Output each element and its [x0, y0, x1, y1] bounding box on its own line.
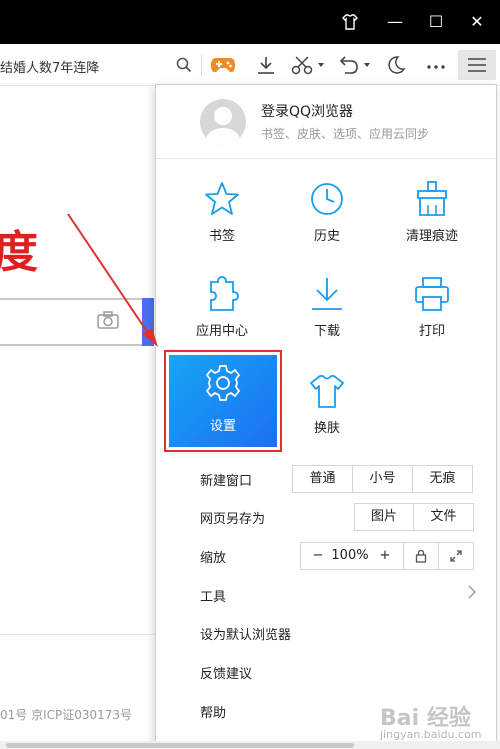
address-bar-text[interactable]: 结婚人数7年连降 — [0, 57, 99, 76]
menu-icon[interactable] — [458, 50, 496, 80]
zoom-row: 缩放 − 100% + — [156, 538, 496, 574]
save-page-row: 网页另存为 图片 文件 — [156, 499, 496, 535]
downloads-button[interactable]: 下载 — [271, 266, 383, 356]
tshirt-icon — [342, 14, 358, 30]
more-icon[interactable] — [422, 50, 450, 80]
print-button[interactable]: 打印 — [376, 266, 488, 356]
new-window-row: 新建窗口 普通 小号 无痕 — [156, 461, 496, 497]
zoom-lock-button[interactable] — [403, 542, 439, 570]
save-as-image[interactable]: 图片 — [354, 503, 414, 531]
star-icon — [205, 182, 239, 215]
watermark: Bai 经验 jingyan.baidu.com — [380, 706, 482, 741]
skin-button[interactable] — [335, 8, 365, 36]
fullscreen-button[interactable] — [438, 542, 474, 570]
maximize-button[interactable]: ☐ — [421, 8, 451, 36]
history-button[interactable]: 历史 — [271, 171, 383, 261]
new-window-small[interactable]: 小号 — [352, 465, 413, 493]
puzzle-icon — [210, 276, 239, 311]
close-button[interactable]: ✕ — [462, 8, 492, 36]
chevron-right-icon — [468, 585, 476, 603]
clear-traces-button[interactable]: 清理痕迹 — [376, 171, 488, 261]
zoom-in-button[interactable]: + — [372, 543, 398, 569]
avatar[interactable] — [200, 99, 246, 145]
toolbar: 结婚人数7年连降 — [0, 44, 500, 86]
login-section[interactable]: 登录QQ浏览器 书签、皮肤、选项、应用云同步 — [156, 85, 496, 159]
search-input[interactable] — [0, 298, 154, 346]
search-button[interactable] — [142, 298, 154, 346]
logo-fragment: 度 — [0, 227, 38, 278]
game-icon[interactable] — [208, 50, 238, 80]
feedback-menu-item[interactable]: 反馈建议 — [156, 654, 496, 690]
tshirt-icon — [310, 375, 344, 408]
broom-icon — [417, 181, 447, 216]
login-subtitle: 书签、皮肤、选项、应用云同步 — [261, 127, 430, 141]
default-browser-menu-item[interactable]: 设为默认浏览器 — [156, 615, 496, 651]
zoom-value: 100% — [328, 543, 372, 569]
app-center-button[interactable]: 应用中心 — [166, 266, 278, 356]
clock-icon — [311, 183, 343, 215]
undo-icon[interactable] — [337, 50, 373, 80]
lock-icon — [415, 549, 427, 563]
download-icon[interactable] — [252, 50, 280, 80]
change-skin-button[interactable]: 换肤 — [271, 363, 383, 453]
highlight-box — [164, 350, 282, 452]
login-title[interactable]: 登录QQ浏览器 — [261, 101, 353, 121]
footer-text: 01号 京ICP证030173号 — [0, 708, 133, 722]
minimize-button[interactable]: — — [380, 8, 410, 36]
title-bar: — ☐ ✕ — [0, 0, 500, 44]
new-window-normal[interactable]: 普通 — [292, 465, 353, 493]
printer-icon — [415, 277, 449, 311]
tools-menu-item[interactable]: 工具 — [156, 577, 496, 613]
zoom-out-button[interactable]: − — [306, 543, 330, 569]
search-icon[interactable] — [172, 50, 196, 80]
bookmarks-button[interactable]: 书签 — [166, 171, 278, 261]
download-icon — [312, 278, 342, 310]
camera-icon[interactable] — [96, 310, 120, 335]
save-as-file[interactable]: 文件 — [413, 503, 474, 531]
expand-icon — [450, 550, 462, 562]
scrollbar-thumb[interactable] — [6, 743, 354, 748]
scissors-icon[interactable] — [288, 50, 328, 80]
browser-main-menu: 登录QQ浏览器 书签、皮肤、选项、应用云同步 书签 历史 清理痕迹 应用中心 下… — [155, 84, 497, 749]
divider — [0, 634, 160, 635]
moon-icon[interactable] — [382, 50, 410, 80]
new-window-incognito[interactable]: 无痕 — [412, 465, 473, 493]
